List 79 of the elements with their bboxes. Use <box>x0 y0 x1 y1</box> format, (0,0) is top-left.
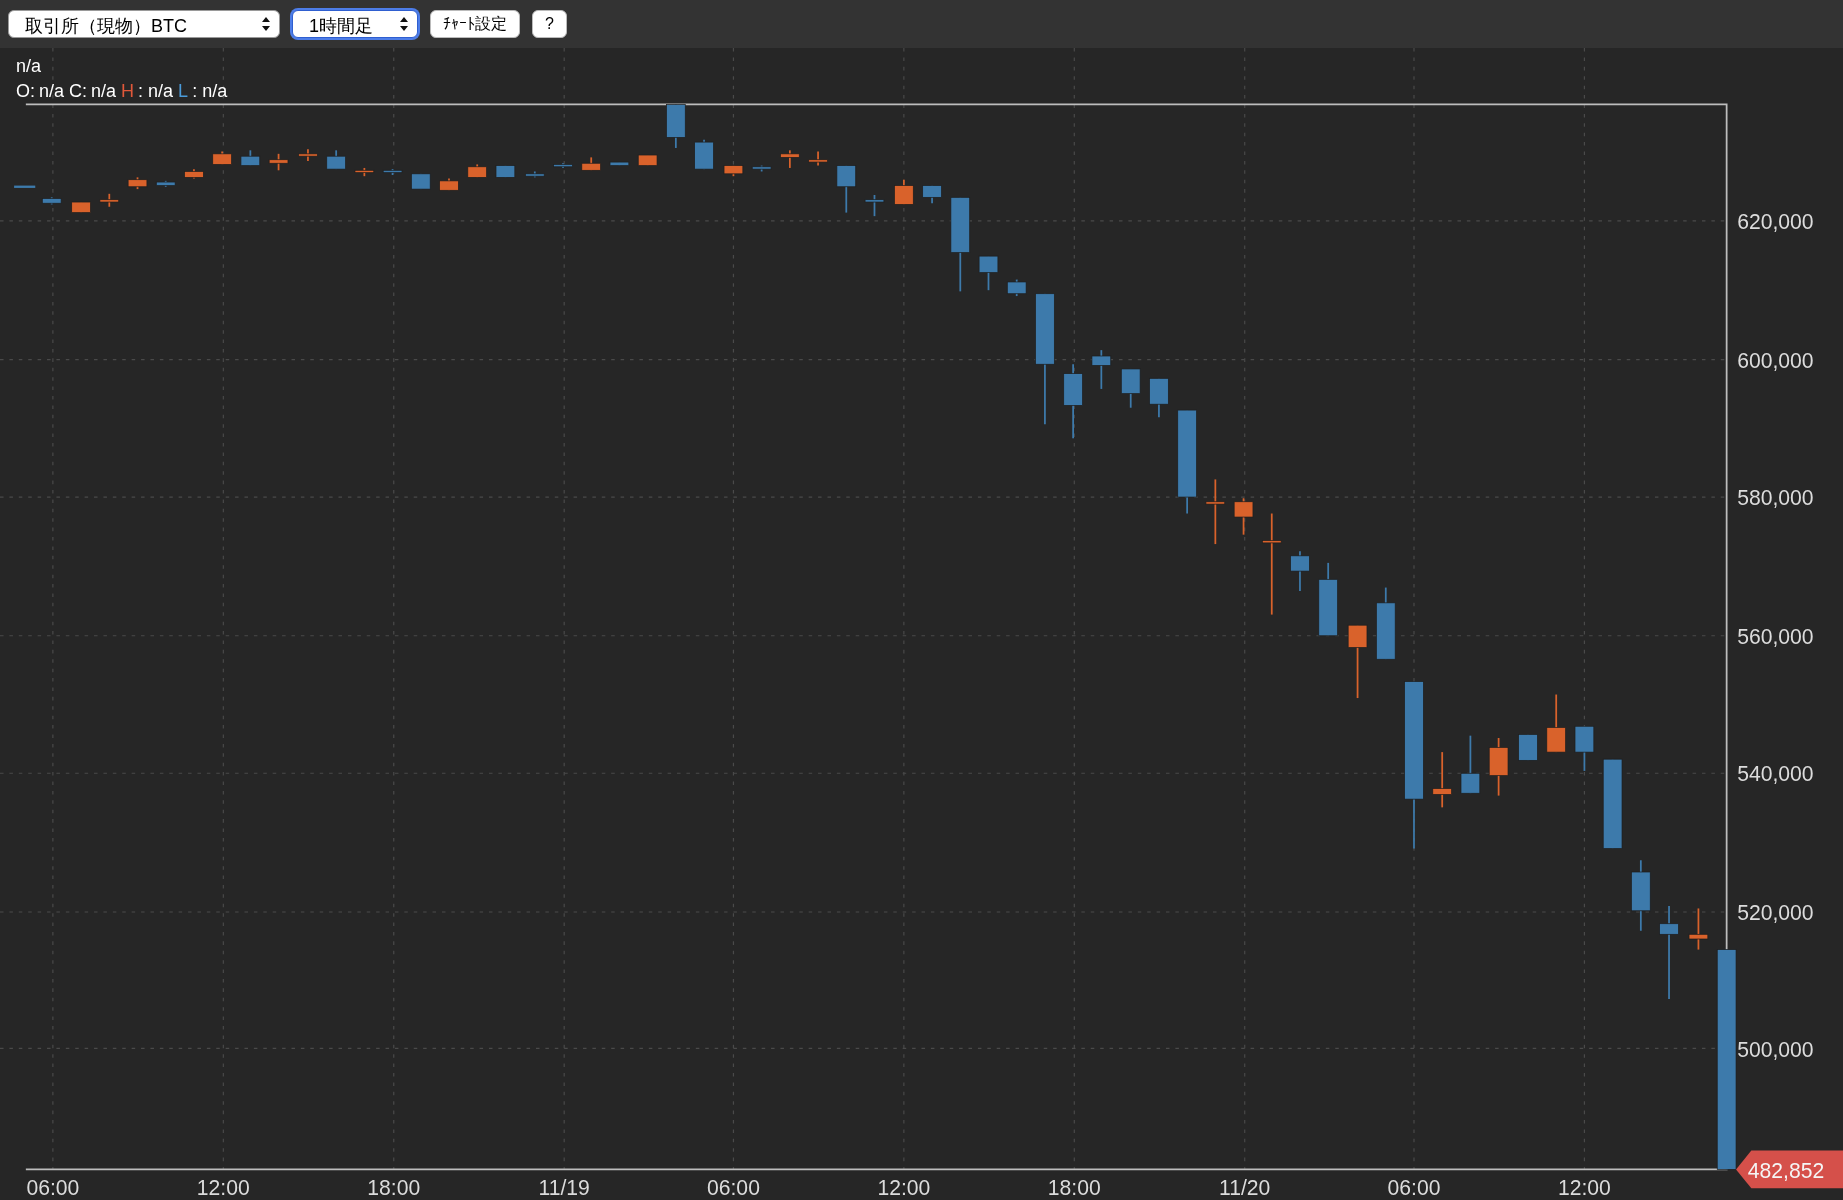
ohlc-label: L <box>178 80 189 103</box>
candle <box>99 192 120 208</box>
candle <box>1432 751 1452 809</box>
candle <box>1574 725 1595 772</box>
candle <box>1120 368 1141 409</box>
candle <box>666 103 686 149</box>
price-axis-label: 500,000 <box>1737 1037 1814 1061</box>
price-axis-label: 620,000 <box>1737 210 1814 234</box>
candle <box>1006 278 1027 297</box>
ohlc-label: O: <box>16 80 35 103</box>
legend-title: n/a <box>16 55 43 78</box>
candle <box>836 164 857 214</box>
time-axis-label: 18:00 <box>367 1176 421 1200</box>
candle <box>808 150 828 167</box>
ohlc-value: : n/a <box>192 80 228 103</box>
candle <box>751 164 772 173</box>
time-axis-label: 11/20 <box>1219 1176 1271 1200</box>
chart-settings-button[interactable]: ﾁｬｰﾄ設定 <box>430 10 520 38</box>
candle <box>41 196 62 206</box>
last-price-label: 482,852 <box>1747 1158 1825 1182</box>
time-axis-label: 06:00 <box>26 1176 80 1200</box>
market-select[interactable]: 取引所（現物）BTC <box>8 10 280 38</box>
candle <box>864 194 885 217</box>
candle <box>978 255 999 292</box>
time-axis-label: 12:00 <box>196 1176 250 1200</box>
candle <box>184 168 204 180</box>
ohlc-label: C: <box>69 80 88 103</box>
candle <box>411 172 431 190</box>
time-axis-label: 12:00 <box>1557 1176 1611 1200</box>
candle <box>1488 737 1509 797</box>
candle <box>71 201 91 214</box>
candle <box>1688 907 1709 951</box>
candle <box>1546 693 1566 753</box>
candle <box>1149 377 1169 418</box>
candle <box>525 170 545 179</box>
candle <box>581 156 601 172</box>
candle <box>382 168 403 176</box>
candle <box>694 138 714 170</box>
price-axis-label: 600,000 <box>1737 348 1814 372</box>
candle <box>495 164 516 179</box>
candle <box>922 184 942 205</box>
candle <box>637 154 658 167</box>
ohlc-value: n/a <box>91 80 117 103</box>
help-button[interactable]: ? <box>532 10 567 38</box>
candle <box>326 149 346 170</box>
price-axis-label: 580,000 <box>1737 486 1814 510</box>
time-axis-label: 06:00 <box>1387 1176 1441 1200</box>
time-axis-label: 06:00 <box>707 1176 760 1200</box>
ohlc-value: : n/a <box>138 80 174 103</box>
candle <box>212 150 232 166</box>
time-axis-label: 12:00 <box>877 1176 931 1200</box>
time-axis-label: 18:00 <box>1047 1176 1101 1200</box>
candle <box>780 149 800 169</box>
candle <box>1290 550 1310 592</box>
time-axis-label: 11/19 <box>538 1176 590 1200</box>
up-down-arrows-icon <box>399 16 409 32</box>
candle <box>467 163 487 179</box>
ohlc-label: H <box>121 80 135 103</box>
interval-select[interactable]: 1時間足 <box>292 10 418 38</box>
candle <box>268 152 289 172</box>
candle <box>1205 478 1226 545</box>
up-down-arrows-icon <box>261 16 271 32</box>
price-axis-label: 560,000 <box>1737 625 1814 648</box>
candle <box>155 180 176 188</box>
price-axis-label: 520,000 <box>1737 901 1814 925</box>
candle <box>1518 733 1538 762</box>
candle <box>1460 734 1481 795</box>
candle <box>298 148 318 162</box>
candle <box>240 149 261 167</box>
candle <box>354 167 375 178</box>
candle <box>127 176 148 190</box>
candle <box>609 161 630 167</box>
candle <box>723 164 744 178</box>
candle <box>439 177 459 192</box>
price-axis-label: 540,000 <box>1737 762 1814 786</box>
candle <box>894 178 914 206</box>
ohlc-value: n/a <box>39 80 65 103</box>
candle <box>1233 497 1254 536</box>
candle <box>1091 349 1112 390</box>
